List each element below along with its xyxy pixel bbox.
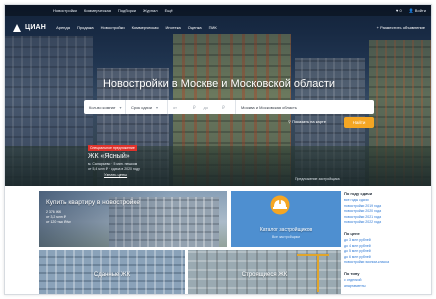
add-ad-button[interactable]: + Разместить объявление (377, 25, 425, 30)
price-to-placeholder[interactable]: до (204, 105, 209, 110)
logo[interactable]: ЦИАН (13, 23, 46, 32)
nav-item-sale[interactable]: Продажа (77, 25, 94, 30)
page-title: Новостройки в Москве и Московской област… (102, 78, 336, 90)
card-title: Сданные ЖК (93, 272, 131, 278)
price-range[interactable]: от ₽ до ₽ (168, 100, 236, 114)
card-title: Купить квартиру в новостройке (46, 199, 140, 206)
find-button[interactable]: Найти (344, 117, 374, 128)
map-pin-icon: ⚲ (288, 119, 291, 124)
favorites-count: 0 (399, 8, 402, 13)
hero-caption: Предложение застройщика (295, 177, 340, 181)
promo-line: м. Саларьево · 5 мин. пешком (88, 162, 138, 166)
chevron-down-icon: ▾ (119, 104, 122, 110)
top-link[interactable]: Подборки (118, 8, 136, 13)
hero-section: Новостройки Коммерческая Подборки Журнал… (5, 5, 431, 186)
top-utility-bar: Новостройки Коммерческая Подборки Журнал… (5, 5, 431, 16)
search-bar: Кол-во комнат ▾ Срок сдачи ▾ от ₽ до ₽ Мос… (84, 100, 374, 114)
deadline-select[interactable]: Срок сдачи ▾ (126, 100, 168, 114)
card-title: Строящиеся ЖК (241, 272, 288, 278)
browser-frame: Новостройки Коммерческая Подборки Журнал… (4, 4, 432, 295)
map-link-label: Показать на карте (292, 119, 326, 124)
login-label: Войти (414, 8, 426, 13)
chevron-down-icon: ▾ (156, 104, 159, 110)
nav-item-commercial[interactable]: Коммерческая (132, 25, 159, 30)
top-link[interactable]: Новостройки (53, 8, 77, 13)
location-value: Москва и Московская область (241, 104, 297, 110)
deadline-label: Срок сдачи (131, 104, 152, 110)
sidebar-heading: По типу (344, 270, 360, 276)
top-link[interactable]: Журнал (143, 8, 158, 13)
card-stat: 2 376 ЖК (46, 210, 62, 214)
login-link[interactable]: 👤 Войти (409, 8, 426, 13)
rooms-label: Кол-во комнат (89, 104, 116, 110)
promo-badge: Специальное предложение (88, 145, 137, 151)
completed-complexes-card[interactable]: Сданные ЖК (39, 250, 185, 294)
nav-item-newbuildings[interactable]: Новостройки (101, 25, 125, 30)
sidebar-heading: По году сдачи (344, 191, 373, 196)
ruble-icon: ₽ (192, 104, 196, 110)
hard-hat-icon (270, 195, 290, 215)
nav-item-mortgage[interactable]: Ипотека (166, 25, 181, 30)
under-construction-card[interactable]: Строящиеся ЖК (188, 250, 341, 294)
promo-title[interactable]: ЖК «Ясный» (88, 153, 130, 160)
show-on-map-link[interactable]: ⚲ Показать на карте (288, 119, 326, 124)
nav-item-pik[interactable]: ПИК (209, 25, 217, 30)
sidebar-link[interactable]: апартаменты (344, 284, 431, 290)
card-stat: от 120 тыс ₽/м² (46, 220, 71, 224)
sidebar-links: По году сдачи все годы сдачи новостройки… (344, 191, 431, 290)
ruble-icon: ₽ (222, 104, 225, 110)
main-nav: ЦИАН Аренда Продажа Новостройки Коммерче… (5, 17, 431, 37)
top-link[interactable]: Коммерческая (84, 8, 111, 13)
sidebar-heading: По цене (344, 230, 360, 236)
developers-catalog-card[interactable]: Каталог застройщиков Все застройщики (231, 191, 341, 247)
nav-item-valuation[interactable]: Оценка (188, 25, 202, 30)
user-icon: 👤 (408, 8, 414, 13)
logo-icon (13, 23, 22, 32)
promo-line: от 5,4 млн ₽ · сдача в 2020 году (88, 167, 140, 171)
card-title: Каталог застройщиков (259, 227, 313, 233)
location-input[interactable]: Москва и Московская область (236, 100, 374, 114)
logo-text: ЦИАН (25, 23, 47, 31)
card-subtitle: Все застройщики (271, 235, 301, 239)
top-link[interactable]: Ещё (165, 8, 173, 13)
rooms-select[interactable]: Кол-во комнат ▾ (84, 100, 126, 114)
card-stat: от 3,2 млн ₽ (46, 215, 66, 219)
price-from-placeholder[interactable]: от (173, 105, 177, 110)
nav-item-rent[interactable]: Аренда (56, 25, 70, 30)
buy-apartment-card[interactable]: Купить квартиру в новостройке 2 376 ЖК о… (39, 191, 227, 247)
promo-link[interactable]: Узнать цены (104, 172, 127, 177)
favorites-icon[interactable]: ♥ 0 (396, 8, 402, 13)
